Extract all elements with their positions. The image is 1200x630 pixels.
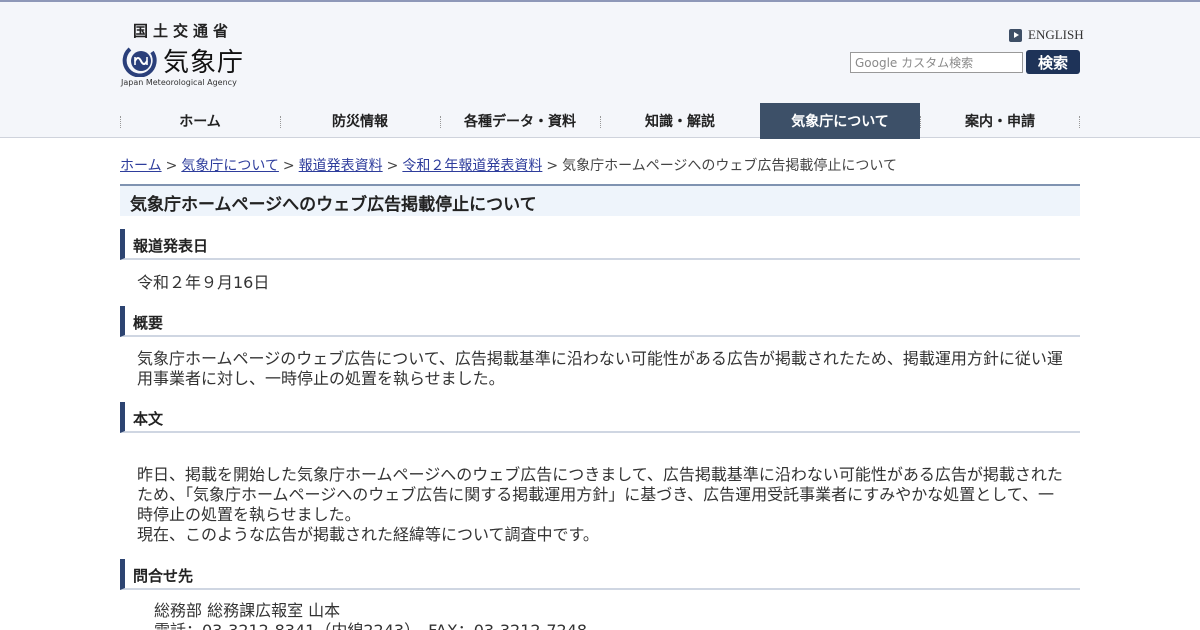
breadcrumb-current: 気象庁ホームページへのウェブ広告掲載停止について [562, 158, 898, 174]
breadcrumb-separator: > [165, 158, 178, 174]
ministry-name: 国土交通省 [133, 22, 234, 40]
jma-logo-mark-icon [122, 47, 157, 77]
play-arrow-icon [1009, 28, 1022, 42]
breadcrumb-separator: > [546, 158, 559, 174]
breadcrumb-link-about[interactable]: 気象庁について [181, 158, 279, 174]
section-heading-contact: 問合せ先 [120, 559, 1080, 590]
nav-item-knowledge[interactable]: 知識・解説 [600, 103, 760, 139]
search-input[interactable] [850, 52, 1023, 73]
section-heading-date: 報道発表日 [120, 229, 1080, 260]
contact-name: 総務部 総務課広報室 山本 [154, 601, 341, 620]
agency-name: 気象庁 [163, 48, 245, 78]
breadcrumb-link-home[interactable]: ホーム [120, 158, 162, 174]
breadcrumb-link-press-r2[interactable]: 令和２年報道発表資料 [402, 158, 542, 174]
contact-phone: 電話：03-3212-8341（内線2243） FAX：03-3212-7248 [154, 621, 587, 630]
section-heading-body: 本文 [120, 402, 1080, 433]
nav-item-home[interactable]: ホーム [120, 103, 280, 139]
breadcrumb-separator: > [386, 158, 399, 174]
nav-item-data[interactable]: 各種データ・資料 [440, 103, 600, 139]
agency-name-english: Japan Meteorological Agency [121, 78, 237, 87]
section-heading-summary: 概要 [120, 306, 1080, 337]
body-text: 昨日、掲載を開始した気象庁ホームページへのウェブ広告につきまして、広告掲載基準に… [137, 465, 1063, 524]
site-header: 国土交通省 気象庁 Japan Meteorological Agency EN… [0, 0, 1200, 139]
english-link-label: ENGLISH [1028, 27, 1084, 42]
nav-item-guide[interactable]: 案内・申請 [920, 103, 1080, 139]
english-link[interactable]: ENGLISH [1009, 27, 1084, 43]
summary-text: 気象庁ホームページのウェブ広告について、広告掲載基準に沿わない可能性がある広告が… [137, 349, 1063, 388]
breadcrumb-separator: > [282, 158, 295, 174]
nav-item-about[interactable]: 気象庁について [760, 103, 920, 139]
page-title: 気象庁ホームページへのウェブ広告掲載停止について [120, 184, 1080, 216]
breadcrumb-link-press[interactable]: 報道発表資料 [299, 158, 383, 174]
body-text-status: 現在、このような広告が掲載された経緯等について調査中です。 [137, 525, 599, 544]
global-nav: ホーム 防災情報 各種データ・資料 知識・解説 気象庁について 案内・申請 [120, 103, 1080, 139]
breadcrumb: ホーム > 気象庁について > 報道発表資料 > 令和２年報道発表資料 > 気象庁ホームページへ… [120, 155, 897, 175]
agency-logo[interactable]: 国土交通省 気象庁 Japan Meteorological Agency [121, 16, 251, 92]
search-button[interactable]: 検索 [1026, 50, 1080, 74]
nav-item-disaster-info[interactable]: 防災情報 [280, 103, 440, 139]
press-date: 令和２年９月16日 [137, 273, 270, 292]
